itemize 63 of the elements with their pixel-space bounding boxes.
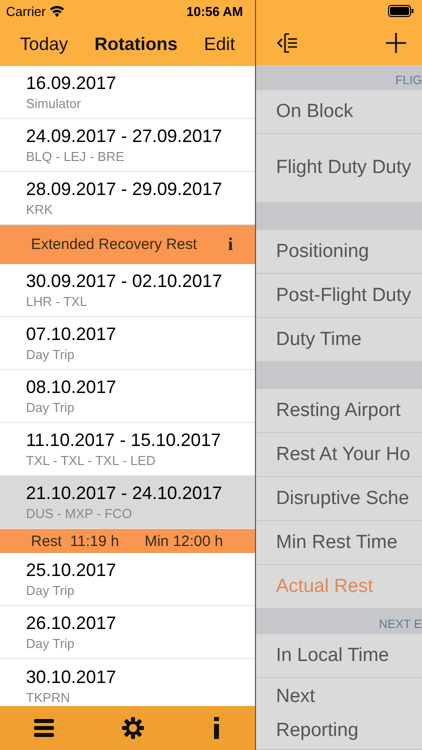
rotation-route: Day Trip [26,400,76,415]
banner-text: Extended Recovery Rest [31,236,197,253]
detail-label: Post-Flight Duty [276,284,412,306]
detail-row[interactable]: Min Rest Time [256,521,422,565]
wifi-icon [50,6,64,16]
edit-button[interactable]: Edit [204,34,235,54]
rotation-dates: 07.10.2017 [26,324,118,345]
detail-label: Actual Rest [276,576,374,598]
detail-label: Positioning [276,240,369,262]
add-icon[interactable] [386,33,406,54]
clock-time: 10:56 AM [186,4,243,18]
rotation-dates: 30.09.2017 - 02.10.2017 [26,271,224,292]
min-rest: Min 12:00 h [144,532,223,550]
menu-icon[interactable] [34,719,54,737]
detail-label: On Block [276,100,354,122]
detail-row[interactable]: Rest At Your Ho [256,433,422,477]
detail-row[interactable]: Positioning [256,230,422,274]
rotation-dates: 26.10.2017 [26,613,118,634]
detail-label: Disruptive Sche [276,488,410,510]
rotation-dates: 11.10.2017 - 15.10.2017 [26,430,222,451]
section-title: NEXT E [378,617,422,631]
nav-title: Rotations [94,34,178,54]
rotation-dates: 28.09.2017 - 29.09.2017 [26,179,224,200]
detail-row[interactable]: Flight Duty Duty [256,134,422,203]
detail-label: Duty Time [276,328,362,350]
rotation-route: KRK [26,202,54,217]
detail-row[interactable]: In Local Time [256,634,422,678]
rotation-dates: 25.10.2017 [26,560,118,581]
section-title: FLIG [395,73,422,87]
detail-label: Rest At Your Ho [276,444,410,466]
carrier-label: Carrier [6,4,46,18]
detail-label: Next Reporting [276,684,358,742]
rotation-dates: 24.09.2017 - 27.09.2017 [26,126,224,147]
rotation-route: DUS - MXP - FCO [26,506,133,521]
detail-row[interactable]: Disruptive Sche [256,477,422,521]
today-button[interactable]: Today [20,34,68,54]
detail-label: Resting Airport [276,400,401,422]
settings-icon[interactable] [122,717,144,739]
detail-row[interactable]: Duty Time [256,318,422,362]
rotation-row[interactable]: 21.10.2017 - 24.10.2017 DUS - MXP - FCO [0,476,255,529]
detail-label: Flight Duty Duty [276,157,412,179]
rotation-route: BLQ - LEJ - BRE [26,149,126,164]
sidebar-toggle-icon[interactable] [276,32,300,54]
detail-row[interactable]: On Block [256,90,422,134]
detail-row[interactable]: Post-Flight Duty [256,274,422,318]
detail-label: Min Rest Time [276,532,398,554]
battery-icon [388,4,414,17]
detail-label: In Local Time [276,644,389,666]
rotation-dates: 30.10.2017 [26,667,118,688]
rotation-route: Day Trip [26,583,76,598]
detail-row[interactable]: Next Reporting [256,678,422,750]
rotation-route: Day Trip [26,347,76,362]
info-icon[interactable]: i [228,234,233,255]
detail-row[interactable]: Resting Airport [256,389,422,433]
rotation-route: LHR - TXL [26,294,88,309]
rotation-route: Day Trip [26,636,76,651]
rotation-dates: 21.10.2017 - 24.10.2017 [26,483,224,504]
rest-duration: Rest 11:19 h [31,532,120,550]
rotation-route: Simulator [26,96,82,111]
rotation-dates: 16.09.2017 [26,73,118,94]
rotation-route: TXL - TXL - TXL - LED [26,453,157,468]
info-icon[interactable] [212,717,221,739]
rotation-dates: 08.10.2017 [26,377,118,398]
